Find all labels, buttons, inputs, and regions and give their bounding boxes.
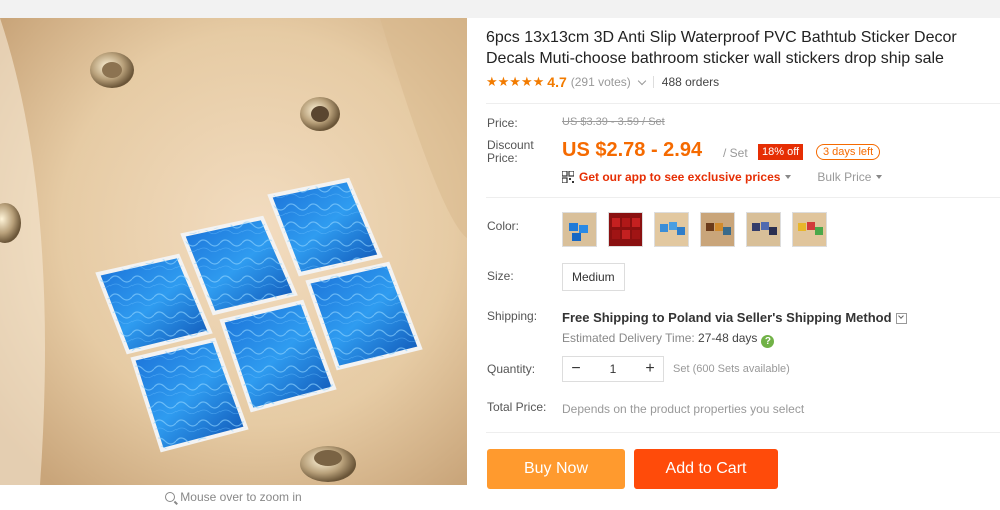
size-label: Size: xyxy=(487,269,514,283)
discount-badge: 18% off xyxy=(758,144,804,160)
quantity-input[interactable]: 1 xyxy=(589,362,637,376)
quantity-stepper: − 1 + xyxy=(562,356,664,382)
add-to-cart-button[interactable]: Add to Cart xyxy=(634,449,778,489)
chevron-down-icon[interactable] xyxy=(637,76,647,85)
bulk-price-dropdown[interactable]: Bulk Price xyxy=(817,170,871,184)
decrease-button[interactable]: − xyxy=(563,360,589,378)
color-label: Color: xyxy=(487,219,520,233)
product-image[interactable] xyxy=(0,18,467,485)
original-price: US $3.39 - 3.59 / Set xyxy=(562,116,665,128)
color-swatch-2[interactable] xyxy=(608,212,643,247)
swatch-thumbnail xyxy=(563,213,596,246)
increase-button[interactable]: + xyxy=(637,360,663,378)
price-unit: / Set xyxy=(723,146,748,160)
color-swatches xyxy=(562,212,838,247)
zoom-hint-text: Mouse over to zoom in xyxy=(180,490,302,504)
bathtub-photo xyxy=(0,18,467,485)
caret-down-icon[interactable] xyxy=(785,175,792,179)
orders-count: 488 orders xyxy=(661,75,720,89)
color-swatch-5[interactable] xyxy=(746,212,781,247)
qr-code-icon xyxy=(562,171,574,183)
delivery-value: 27-48 days xyxy=(698,331,758,345)
color-swatch-3[interactable] xyxy=(654,212,689,247)
price-label: Price: xyxy=(487,116,518,130)
dropdown-icon[interactable] xyxy=(895,313,907,325)
buy-now-button[interactable]: Buy Now xyxy=(487,449,625,489)
swatch-thumbnail xyxy=(747,213,780,246)
divider xyxy=(486,103,1000,104)
swatch-thumbnail xyxy=(793,213,826,246)
total-price-note: Depends on the product properties you se… xyxy=(562,402,805,416)
swatch-thumbnail xyxy=(609,213,642,246)
swatch-thumbnail xyxy=(655,213,688,246)
divider xyxy=(652,76,654,88)
divider xyxy=(486,197,1000,198)
rating-row: ★★★★★ 4.7 (291 votes) 488 orders xyxy=(486,74,719,90)
caret-down-icon[interactable] xyxy=(876,175,883,179)
votes-count[interactable]: (291 votes) xyxy=(571,75,631,89)
color-swatch-1[interactable] xyxy=(562,212,597,247)
swatch-thumbnail xyxy=(701,213,734,246)
shipping-method-text: Free Shipping to Poland via Seller's Shi… xyxy=(562,310,892,325)
size-option-medium[interactable]: Medium xyxy=(562,263,625,291)
app-promo-row: Get our app to see exclusive prices Bulk… xyxy=(562,170,883,184)
days-left-badge: 3 days left xyxy=(816,144,881,160)
color-swatch-4[interactable] xyxy=(700,212,735,247)
shipping-label: Shipping: xyxy=(487,309,538,323)
discount-price-label: Discount Price: xyxy=(487,138,534,165)
help-icon[interactable]: ? xyxy=(761,335,775,348)
color-swatch-6[interactable] xyxy=(792,212,827,247)
top-bar xyxy=(0,0,1000,18)
total-price-label: Total Price: xyxy=(487,400,547,414)
quantity-label: Quantity: xyxy=(487,362,536,376)
star-rating-icon: ★★★★★ xyxy=(486,74,545,89)
availability: Set (600 Sets available) xyxy=(673,363,790,375)
product-title: 6pcs 13x13cm 3D Anti Slip Waterproof PVC… xyxy=(486,29,957,67)
delivery-label: Estimated Delivery Time: xyxy=(562,331,695,345)
delivery-time: Estimated Delivery Time: 27-48 days? xyxy=(562,331,775,348)
current-price: US $2.78 - 2.94 xyxy=(562,139,703,161)
shipping-method[interactable]: Free Shipping to Poland via Seller's Shi… xyxy=(562,310,907,325)
app-promo-link[interactable]: Get our app to see exclusive prices xyxy=(579,170,780,184)
magnifier-icon xyxy=(165,492,176,502)
zoom-hint: Mouse over to zoom in xyxy=(0,490,467,504)
divider xyxy=(486,432,1000,433)
rating-score[interactable]: 4.7 xyxy=(547,74,566,90)
